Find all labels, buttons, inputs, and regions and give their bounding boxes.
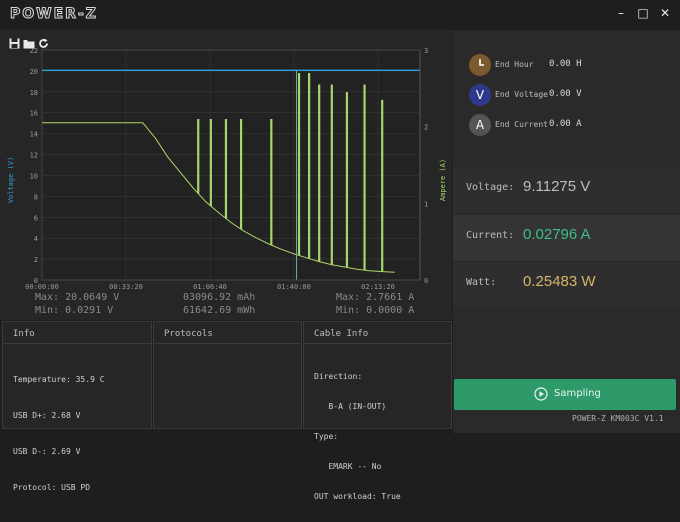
minimize-button[interactable]: – xyxy=(612,6,630,22)
cable-info-panel-title: Cable Info xyxy=(304,322,451,344)
title-bar: POWER-Z – □ ✕ xyxy=(0,0,680,30)
max-current: Max: 2.7661 A xyxy=(336,292,415,303)
maximize-button[interactable]: □ xyxy=(634,6,652,22)
min-voltage: Min: 0.0291 V xyxy=(35,305,114,316)
protocols-panel: Protocols xyxy=(153,321,302,429)
end-voltage-input[interactable]: 0.00 V xyxy=(549,89,582,99)
end-voltage-label: End Voltage xyxy=(495,90,548,99)
out-workload-line: OUT workload: True xyxy=(314,492,401,501)
clock-icon xyxy=(469,54,491,76)
max-voltage: Max: 20.0649 V xyxy=(35,292,120,303)
temperature-line: Temperature: 35.9 C xyxy=(13,375,105,384)
y-right-tick-label: 1 xyxy=(424,200,428,208)
min-current: Min: 0.0000 A xyxy=(336,305,415,316)
y-axis-left-label: Voltage (V) xyxy=(7,157,15,203)
y-left-tick-label: 8 xyxy=(34,193,38,201)
chart-svg: 0246810121416182022012300:00:00 00:33:20 0… xyxy=(7,47,447,291)
ampere-icon: A xyxy=(469,114,491,136)
x-tick-label: 00:00:00 xyxy=(25,283,59,291)
end-current-label: End Current xyxy=(495,120,548,129)
info-panel-title: Info xyxy=(3,322,151,344)
app-logo: POWER-Z xyxy=(10,6,98,23)
y-axis-right-label: Ampere (A) xyxy=(439,159,447,201)
current-label: Current: xyxy=(466,230,515,241)
cable-type-value: EMARK -- No xyxy=(314,462,382,471)
y-left-tick-label: 2 xyxy=(34,256,38,264)
end-current-input[interactable]: 0.00 A xyxy=(549,119,582,129)
current-readout: Current: 0.02796 A xyxy=(453,215,680,261)
voltage-label: Voltage: xyxy=(466,182,515,193)
version-label: POWER-Z KM003C V1.1 xyxy=(572,414,664,423)
y-right-tick-label: 3 xyxy=(424,47,428,55)
usb-dminus-line: USB D-: 2.69 V xyxy=(13,447,81,456)
sampling-label: Sampling xyxy=(554,388,601,399)
y-right-tick-label: 0 xyxy=(424,277,428,285)
y-left-tick-label: 18 xyxy=(30,89,38,97)
end-hour-row: End Hour 0.00 H xyxy=(469,54,669,78)
cable-direction-value: B-A (IN-OUT) xyxy=(314,402,387,411)
end-hour-input[interactable]: 0.00 H xyxy=(549,59,582,69)
y-left-tick-label: 20 xyxy=(30,68,38,76)
close-button[interactable]: ✕ xyxy=(656,6,674,22)
y-left-tick-label: 12 xyxy=(30,152,38,160)
protocol-line: Protocol: USB PD xyxy=(13,483,91,492)
volt-icon: V xyxy=(469,84,491,106)
y-right-tick-label: 2 xyxy=(424,124,428,132)
right-panel: End Hour 0.00 H V End Voltage 0.00 V A E… xyxy=(453,30,680,433)
x-tick-label: 00:33:20 xyxy=(109,283,143,291)
watt-value: 0.25483 W xyxy=(523,273,596,290)
voltage-readout: Voltage: 9.11275 V xyxy=(453,167,680,213)
y-left-tick-label: 4 xyxy=(34,235,38,243)
cable-info-panel: Cable Info Direction: B-A (IN-OUT) Type:… xyxy=(303,321,452,501)
usb-dplus-line: USB D+: 2.68 V xyxy=(13,411,81,420)
watt-readout: Watt: 0.25483 W xyxy=(453,262,680,308)
watt-label: Watt: xyxy=(466,277,497,288)
cable-direction-label: Direction: xyxy=(314,372,363,381)
energy-mwh: 61642.69 mWh xyxy=(183,305,256,316)
end-hour-label: End Hour xyxy=(495,60,534,69)
protocols-panel-title: Protocols xyxy=(154,322,301,344)
y-left-tick-label: 10 xyxy=(30,172,38,180)
current-value: 0.02796 A xyxy=(523,226,591,243)
y-left-tick-label: 16 xyxy=(30,110,38,118)
capacity-mah: 03096.92 mAh xyxy=(183,292,256,303)
end-voltage-row: V End Voltage 0.00 V xyxy=(469,84,669,108)
x-tick-label: 01:40:00 xyxy=(277,283,311,291)
x-tick-label: 01:06:40 xyxy=(193,283,227,291)
chart-panel: 0 2 4 6 8 10 12 14 16 18 20 22 0 1 2 3 00:00:00 00:33:20 0… xyxy=(0,30,452,320)
voltage-value: 9.11275 V xyxy=(523,178,591,195)
info-panel: Info Temperature: 35.9 C USB D+: 2.68 V … xyxy=(2,321,152,492)
x-tick-label: 02:13:20 xyxy=(361,283,395,291)
sampling-button[interactable]: Sampling xyxy=(454,379,676,410)
plot-area xyxy=(41,49,421,281)
end-current-row: A End Current 0.00 A xyxy=(469,114,669,138)
y-left-tick-label: 14 xyxy=(30,131,38,139)
play-icon xyxy=(534,387,548,401)
y-left-tick-label: 22 xyxy=(30,47,38,55)
y-left-tick-label: 6 xyxy=(34,214,38,222)
cable-type-label: Type: xyxy=(314,432,339,441)
